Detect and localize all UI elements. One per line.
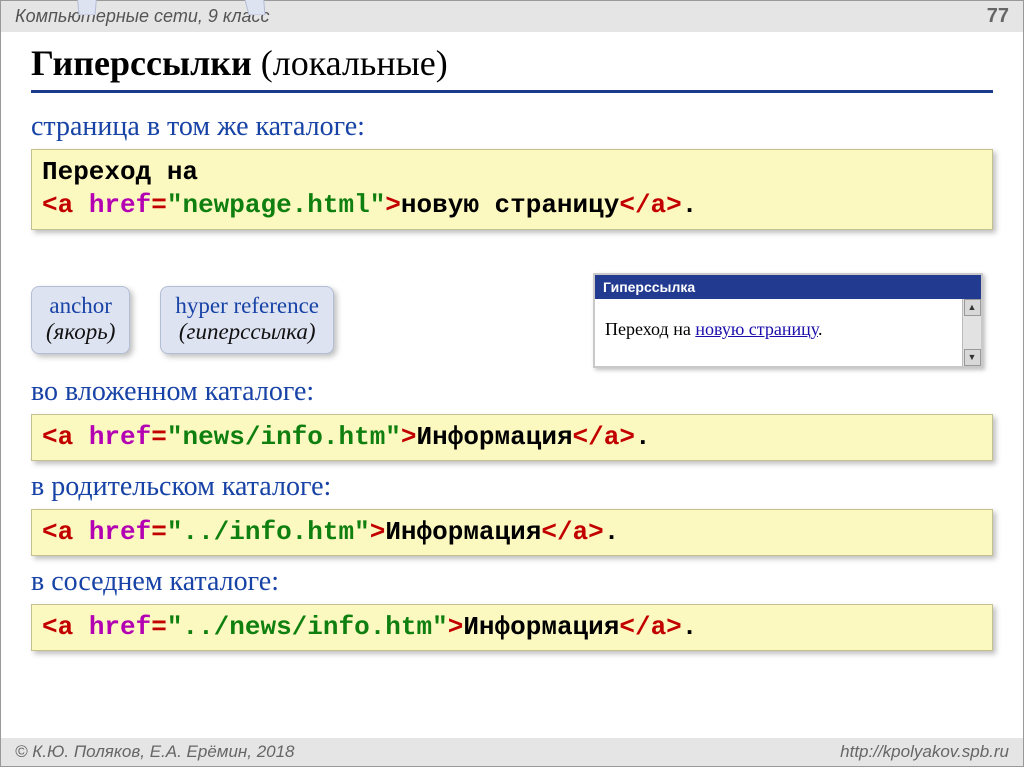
browser-text-after: . (818, 319, 823, 339)
code-same-dir: Переход на <a href="newpage.html">новую … (31, 149, 993, 230)
heading-parent-dir: в родительском каталоге: (31, 471, 993, 503)
title-rest: (локальные) (252, 43, 448, 83)
callout-href-ru: (гиперссылка) (175, 319, 319, 345)
footer-copyright: © К.Ю. Поляков, Е.А. Ерёмин, 2018 (15, 742, 295, 762)
scroll-up-icon[interactable]: ▲ (964, 299, 981, 316)
callout-pointer-anchor (73, 0, 113, 15)
page-number: 77 (987, 5, 1009, 28)
code-nested-dir: <a href="news/info.htm">Информация</a>. (31, 414, 993, 461)
slide-footer: © К.Ю. Поляков, Е.А. Ерёмин, 2018 http:/… (1, 738, 1023, 766)
browser-text-before: Переход на (605, 319, 695, 339)
code-parent-dir: <a href="../info.htm">Информация</a>. (31, 509, 993, 556)
callout-anchor-en: anchor (46, 293, 115, 319)
browser-body: Переход на новую страницу. ▲ ▼ (595, 299, 981, 366)
browser-titlebar: Гиперссылка (595, 275, 981, 299)
browser-content: Переход на новую страницу. (595, 299, 962, 366)
callout-anchor: anchor (якорь) (31, 286, 130, 354)
scroll-down-icon[interactable]: ▼ (964, 349, 981, 366)
footer-url: http://kpolyakov.spb.ru (840, 742, 1009, 762)
code-sibling-dir: <a href="../news/info.htm">Информация</a… (31, 604, 993, 651)
callout-href: hyper reference (гиперссылка) (160, 286, 334, 354)
browser-preview-window: Гиперссылка Переход на новую страницу. ▲… (593, 273, 983, 368)
heading-same-dir: страница в том же каталоге: (31, 111, 993, 143)
browser-scrollbar[interactable]: ▲ ▼ (962, 299, 981, 366)
heading-nested-dir: во вложенном каталоге: (31, 376, 993, 408)
heading-sibling-dir: в соседнем каталоге: (31, 566, 993, 598)
callout-anchor-ru: (якорь) (46, 319, 115, 345)
slide-header: Компьютерные сети, 9 класс 77 (1, 1, 1023, 32)
browser-hyperlink[interactable]: новую страницу (695, 319, 818, 339)
content-area: страница в том же каталоге: Переход на <… (1, 93, 1023, 651)
slide: Компьютерные сети, 9 класс 77 Гиперссылк… (0, 0, 1024, 767)
title-bold: Гиперссылки (31, 43, 252, 83)
callout-href-en: hyper reference (175, 293, 319, 319)
slide-title: Гиперссылки (локальные) (1, 32, 1023, 90)
callout-pointer-href (231, 0, 271, 15)
